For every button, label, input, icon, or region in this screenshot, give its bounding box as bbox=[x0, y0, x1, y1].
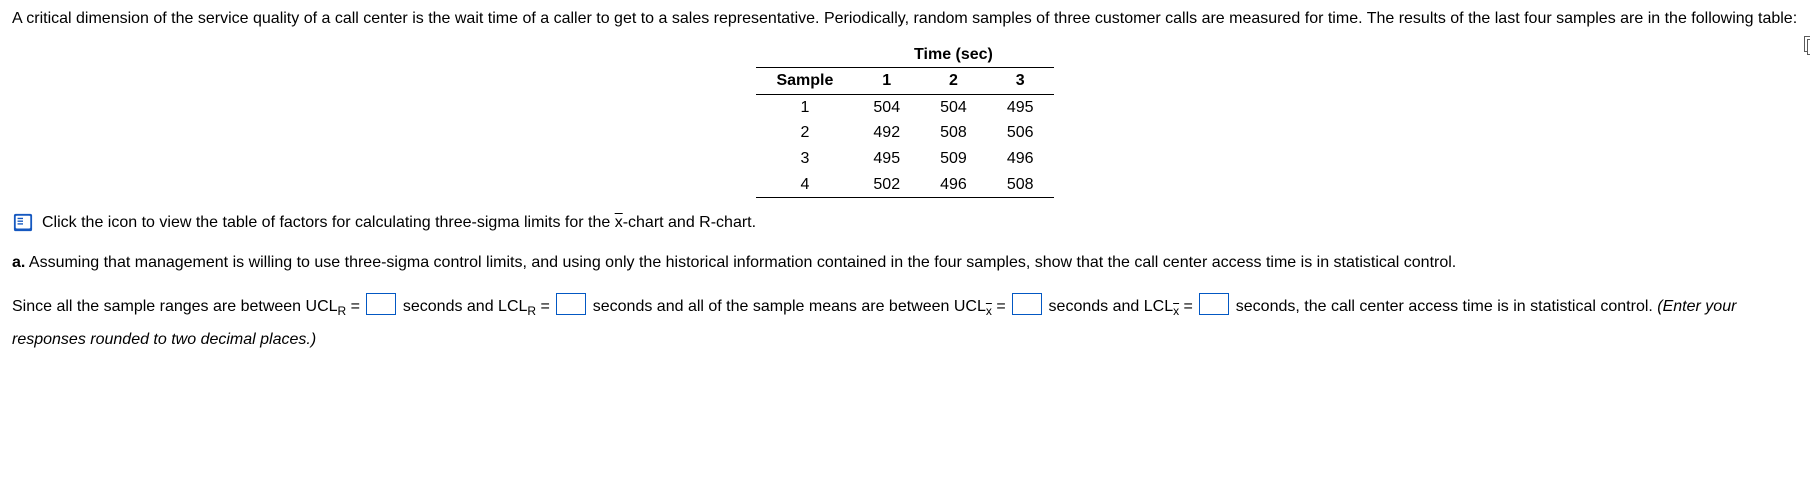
cell: 2 bbox=[756, 120, 853, 146]
cell: 3 bbox=[756, 146, 853, 172]
sample-header: Sample bbox=[756, 68, 853, 95]
cell: 504 bbox=[853, 94, 920, 120]
cell: 496 bbox=[987, 146, 1054, 172]
book-icon[interactable] bbox=[12, 213, 34, 233]
cell: 1 bbox=[756, 94, 853, 120]
question-a: a. Assuming that management is willing t… bbox=[12, 252, 1798, 274]
cell: 495 bbox=[987, 94, 1054, 120]
uclx-input[interactable] bbox=[1012, 293, 1042, 315]
data-table: Time (sec) Sample 1 2 3 1 504 504 495 2 … bbox=[756, 42, 1053, 199]
cell: 509 bbox=[920, 146, 987, 172]
lclr-input[interactable] bbox=[556, 293, 586, 315]
table-row: 1 504 504 495 bbox=[756, 94, 1053, 120]
uclr-input[interactable] bbox=[366, 293, 396, 315]
time-header: Time (sec) bbox=[853, 42, 1053, 68]
copy-icon[interactable] bbox=[1804, 36, 1810, 52]
cell: 502 bbox=[853, 172, 920, 198]
data-table-wrap: Time (sec) Sample 1 2 3 1 504 504 495 2 … bbox=[12, 42, 1798, 199]
cell: 506 bbox=[987, 120, 1054, 146]
table-row: 4 502 496 508 bbox=[756, 172, 1053, 198]
cell: 508 bbox=[920, 120, 987, 146]
col-header-3: 3 bbox=[987, 68, 1054, 95]
factors-link-text[interactable]: Click the icon to view the table of fact… bbox=[42, 212, 756, 234]
cell: 4 bbox=[756, 172, 853, 198]
col-header-1: 1 bbox=[853, 68, 920, 95]
cell: 508 bbox=[987, 172, 1054, 198]
cell: 495 bbox=[853, 146, 920, 172]
cell: 492 bbox=[853, 120, 920, 146]
cell: 504 bbox=[920, 94, 987, 120]
lclx-input[interactable] bbox=[1199, 293, 1229, 315]
col-header-2: 2 bbox=[920, 68, 987, 95]
table-row: 3 495 509 496 bbox=[756, 146, 1053, 172]
cell: 496 bbox=[920, 172, 987, 198]
table-row: 2 492 508 506 bbox=[756, 120, 1053, 146]
answer-fill-in: Since all the sample ranges are between … bbox=[12, 291, 1798, 355]
problem-intro: A critical dimension of the service qual… bbox=[12, 8, 1798, 30]
